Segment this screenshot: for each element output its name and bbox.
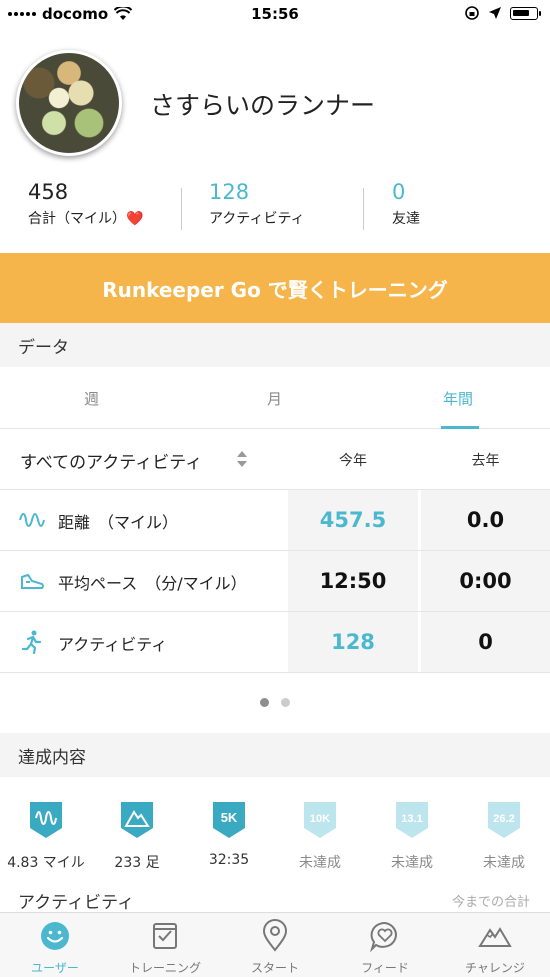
stats-table-header: すべてのアクティビティ 今年 去年 — [0, 430, 550, 490]
divider — [363, 188, 364, 230]
achievement-label: 32:35 — [208, 852, 250, 868]
runkeeper-go-banner[interactable]: Runkeeper Go で賢くトレーニング — [0, 253, 550, 323]
achievements-section-header: 達成内容 — [0, 733, 550, 777]
activity-section-title: アクティビティ — [18, 893, 135, 913]
sort-arrows-icon[interactable] — [236, 450, 248, 470]
rotation-lock-icon — [465, 6, 479, 20]
status-bar: docomo 15:56 — [0, 0, 550, 30]
nav-label: ユーザー — [31, 961, 79, 975]
activity-filter[interactable]: すべてのアクティビティ — [20, 448, 202, 473]
activities-last-year: 0 — [421, 612, 550, 672]
achievement-5k[interactable]: 5K 32:35 — [183, 800, 275, 868]
tab-month[interactable]: 月 — [183, 367, 366, 429]
profile-name: さすらいのランナー — [150, 91, 376, 120]
26-2-badge-icon: 26.2 — [488, 802, 520, 838]
achievement-elevation[interactable]: 233 足 — [91, 800, 183, 872]
mountains-icon — [478, 927, 512, 947]
stat-value: 0 — [392, 180, 406, 204]
achievement-marathon[interactable]: 26.2 未達成 — [458, 800, 550, 872]
achievements-list: 4.83 マイル 233 足 5K 32:35 10K 未達成 13.1 未達成… — [0, 790, 550, 872]
tab-week[interactable]: 週 — [0, 367, 183, 429]
nav-label: チャレンジ — [465, 961, 525, 975]
page-indicator — [0, 698, 550, 707]
row-label: 平均ペース （分/マイル） — [58, 574, 247, 593]
status-right — [464, 5, 541, 21]
column-this-year: 今年 — [339, 453, 367, 469]
achievement-label: 未達成 — [299, 855, 341, 871]
nav-feed[interactable]: フィード — [330, 919, 440, 976]
stat-label: 合計（マイル）❤️ — [28, 211, 144, 227]
activities-this-year: 128 — [288, 612, 418, 672]
avatar[interactable] — [16, 50, 122, 156]
nav-start[interactable]: スタート — [220, 919, 330, 976]
13-1-badge-icon: 13.1 — [396, 802, 428, 838]
shoe-icon — [21, 573, 44, 589]
nav-user[interactable]: ユーザー — [0, 919, 110, 976]
runner-icon — [21, 630, 42, 654]
distance-route-icon — [19, 513, 45, 527]
period-tabs: 週 月 年間 — [0, 367, 550, 429]
nav-label: トレーニング — [128, 961, 201, 975]
achievement-label: 233 足 — [114, 855, 160, 871]
badge-text: 26.2 — [493, 813, 514, 825]
achievement-10k[interactable]: 10K 未達成 — [274, 800, 366, 872]
active-tab-indicator — [441, 426, 479, 429]
achievement-half-marathon[interactable]: 13.1 未達成 — [366, 800, 458, 872]
nav-label: スタート — [250, 961, 299, 975]
badge-text: 10K — [310, 813, 330, 825]
divider — [181, 188, 182, 230]
stat-label: アクティビティ — [209, 211, 305, 227]
profile-stats: 458 合計（マイル）❤️ 128 アクティビティ 0 友達 — [0, 180, 550, 236]
achievement-label: 未達成 — [483, 855, 525, 871]
distance-this-year: 457.5 — [288, 490, 418, 550]
nav-training[interactable]: トレーニング — [110, 919, 220, 976]
page-dot[interactable] — [281, 698, 290, 707]
stat-total-miles[interactable]: 458 合計（マイル）❤️ — [28, 180, 143, 228]
smiley-icon — [41, 922, 69, 950]
row-label: アクティビティ — [58, 635, 168, 654]
tab-year[interactable]: 年間 — [366, 367, 550, 429]
achievement-label: 未達成 — [391, 855, 433, 871]
battery-icon — [510, 6, 541, 20]
column-last-year: 去年 — [471, 453, 500, 469]
stat-value: 128 — [209, 180, 250, 204]
location-icon — [489, 7, 501, 19]
heart-chat-icon — [369, 921, 397, 953]
distance-badge-icon — [30, 802, 62, 838]
activity-total-label[interactable]: 今までの合計 — [452, 891, 530, 910]
10k-badge-icon: 10K — [304, 802, 336, 838]
pace-last-year: 0:00 — [421, 551, 550, 611]
nav-label: フィード — [361, 961, 409, 975]
table-row-activities[interactable]: アクティビティ 128 0 — [0, 612, 550, 673]
badge-text: 5K — [221, 810, 238, 825]
page-dot-active[interactable] — [260, 698, 269, 707]
achievement-longest-distance[interactable]: 4.83 マイル — [0, 800, 92, 872]
stat-activities[interactable]: 128 アクティビティ — [209, 180, 305, 228]
5k-badge-icon: 5K — [213, 802, 245, 838]
stat-label: 友達 — [392, 211, 420, 227]
mountain-badge-icon — [121, 802, 153, 838]
table-row-pace[interactable]: 平均ペース （分/マイル） 12:50 0:00 — [0, 551, 550, 612]
stat-value: 458 — [28, 180, 69, 204]
badge-text: 13.1 — [401, 813, 422, 825]
achievement-label: 4.83 マイル — [7, 855, 85, 871]
data-section-header: データ — [0, 323, 550, 367]
table-row-distance[interactable]: 距離 （マイル） 457.5 0.0 — [0, 490, 550, 551]
checklist-icon — [153, 923, 177, 949]
stat-friends[interactable]: 0 友達 — [392, 180, 420, 228]
distance-last-year: 0.0 — [421, 490, 550, 550]
bottom-nav: ユーザー トレーニング スタート フィード チャレンジ — [0, 912, 550, 977]
row-label: 距離 （マイル） — [58, 513, 179, 532]
map-pin-icon — [262, 919, 288, 952]
pace-this-year: 12:50 — [288, 551, 418, 611]
nav-challenge[interactable]: チャレンジ — [440, 919, 550, 976]
